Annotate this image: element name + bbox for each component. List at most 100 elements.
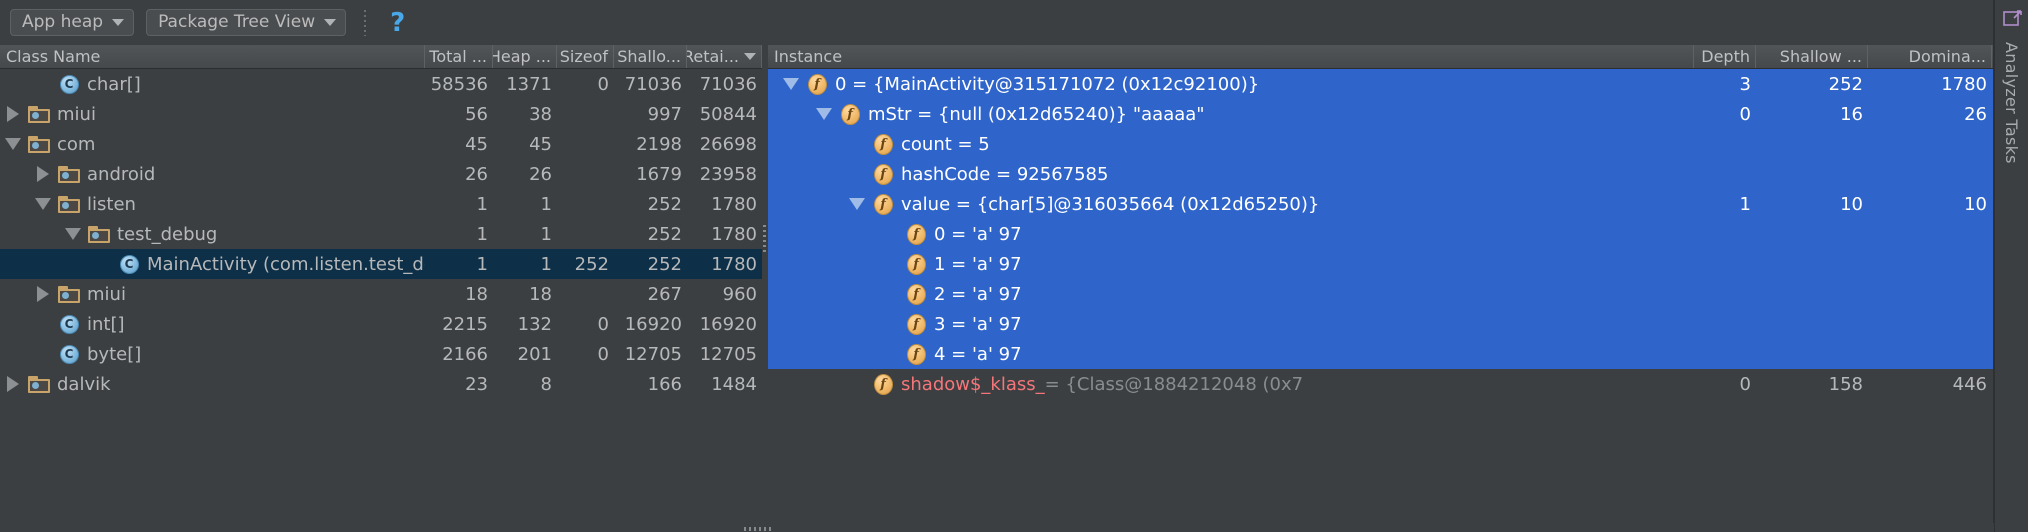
instance-table-cell-instance: f shadow$_klass_ = {Class@1884212048 (0x7 [768,373,1694,395]
chevron-down-icon [35,198,51,210]
class-table-cell-name: test_debug [0,224,425,245]
tree-expander[interactable] [30,286,56,302]
instance-table-row[interactable]: f 0 = 'a' 97 [768,219,1994,249]
class-table-row[interactable]: miui 56 38 997 50844 [0,99,762,129]
chevron-right-icon [7,106,19,122]
heap-select-label: App heap [22,12,104,32]
class-table-label: listen [87,193,136,215]
class-table-header-shallow[interactable]: Shallo... [614,45,687,68]
class-table-label: miui [57,103,96,125]
tree-expander[interactable] [0,106,26,122]
class-table-header-retained[interactable]: Retai... [687,45,762,68]
class-table-header-heap[interactable]: Heap ... [493,45,557,68]
tree-collapser[interactable] [811,108,837,120]
tree-collapser[interactable] [778,78,804,90]
class-table-header-retained-label: Retai... [687,47,739,66]
class-table-cell-shallow: 252 [647,223,682,245]
class-table-row[interactable]: dalvik 23 8 166 1484 [0,369,762,399]
field-icon: f [903,223,929,245]
tree-collapser[interactable] [844,198,870,210]
class-table-cell-shallow: 166 [647,373,682,395]
class-table-cell-shallow: 1679 [636,163,682,185]
tree-collapser[interactable] [30,198,56,210]
analyzer-tasks-sidebar[interactable]: Analyzer Tasks [1994,0,2028,532]
class-table-cell-name: miui [0,284,425,305]
instance-table-label: value = {char[5]@316035664 (0x12d65250)} [901,193,1320,215]
instance-table-body: f 0 = {MainActivity@315171072 (0x12c92100… [768,69,1994,399]
horizontal-splitter-grip[interactable] [744,527,774,531]
class-table-row[interactable]: com 45 45 2198 26698 [0,129,762,159]
tree-expander[interactable] [30,166,56,182]
tree-expander[interactable] [0,376,26,392]
tree-collapser[interactable] [0,138,26,150]
class-table-header-total[interactable]: Total ... [425,45,493,68]
field-icon: f [804,73,830,95]
instance-table-label: 0 = {MainActivity@315171072 (0x12c92100)… [835,73,1260,95]
instance-table-cell-dominator: 10 [1964,193,1987,215]
toolbar-separator [364,9,367,36]
field-icon: f [837,103,863,125]
class-icon: C [56,314,82,334]
class-table-row[interactable]: miui 18 18 267 960 [0,279,762,309]
instance-table-row[interactable]: f count = 5 [768,129,1994,159]
class-table-row[interactable]: Cbyte[] 2166 201 0 12705 12705 [0,339,762,369]
instance-table-row[interactable]: f 3 = 'a' 97 [768,309,1994,339]
class-table-cell-total: 2215 [442,313,488,335]
instance-table-row[interactable]: f shadow$_klass_ = {Class@1884212048 (0x7… [768,369,1994,399]
class-table-row[interactable]: android 26 26 1679 23958 [0,159,762,189]
sort-descending-icon [744,53,756,60]
instance-table-row[interactable]: f 2 = 'a' 97 [768,279,1994,309]
class-table-cell-total: 2166 [442,343,488,365]
instance-table-label: 2 = 'a' 97 [934,283,1022,305]
instance-table-row[interactable]: f mStr = {null (0x12d65240)} "aaaaa" 0 16 26 [768,99,1994,129]
chevron-down-icon [816,108,832,120]
class-table-label: miui [87,283,126,305]
instance-table-header-shallow[interactable]: Shallow ... [1756,45,1868,68]
class-table-cell-shallow: 252 [647,253,682,275]
view-select[interactable]: Package Tree View [146,9,347,36]
instance-table-row[interactable]: f value = {char[5]@316035664 (0x12d65250)… [768,189,1994,219]
class-table-label: char[] [87,73,141,95]
class-table-cell-retained: 1780 [711,193,757,215]
instance-table-header-instance[interactable]: Instance [768,45,1694,68]
instance-table-label: 4 = 'a' 97 [934,343,1022,365]
instance-table-cell-instance: f 0 = {MainActivity@315171072 (0x12c92100… [768,73,1694,95]
heap-select[interactable]: App heap [10,9,135,36]
instance-table-label: 0 = 'a' 97 [934,223,1022,245]
instance-table-header-instance-label: Instance [774,47,843,66]
class-table-cell-name: C MainActivity (com.listen.test_de [0,254,425,275]
class-table-cell-name: Cint[] [0,314,425,335]
class-table-header-name[interactable]: Class Name [0,45,425,68]
instance-table-row[interactable]: f 1 = 'a' 97 [768,249,1994,279]
view-select-label: Package Tree View [158,12,316,32]
instance-table-row[interactable]: f 0 = {MainActivity@315171072 (0x12c92100… [768,69,1994,99]
chevron-down-icon [65,228,81,240]
class-table-row[interactable]: test_debug 1 1 252 1780 [0,219,762,249]
class-table-header-name-label: Class Name [6,47,101,66]
field-icon-glyph: f [906,253,926,275]
class-table-header-sizeof[interactable]: Sizeof [557,45,614,68]
class-table-row[interactable]: C MainActivity (com.listen.test_de 1 1 252 25… [0,249,762,279]
instance-table-cell-instance: f value = {char[5]@316035664 (0x12d65250)… [768,193,1694,215]
instance-table-label: hashCode = 92567585 [901,163,1109,185]
class-table-cell-retained: 26698 [699,133,757,155]
class-table-cell-shallow: 2198 [636,133,682,155]
class-table-row[interactable]: Cchar[] 58536 1371 0 71036 71036 [0,69,762,99]
class-icon: C [56,74,82,94]
instance-table-cell-dominator: 26 [1964,103,1987,125]
instance-table-cell-instance: f 3 = 'a' 97 [768,313,1694,335]
instance-table-row[interactable]: f hashCode = 92567585 [768,159,1994,189]
class-table-row[interactable]: Cint[] 2215 132 0 16920 16920 [0,309,762,339]
class-icon: C [116,254,142,274]
instance-table-header-dominator[interactable]: Domina... [1868,45,1992,68]
package-folder-glyph [28,375,50,393]
field-icon-glyph: f [873,373,893,395]
class-table-cell-shallow: 71036 [624,73,682,95]
class-table-cell-name: Cbyte[] [0,344,425,365]
instance-table-row[interactable]: f 4 = 'a' 97 [768,339,1994,369]
class-table-row[interactable]: listen 1 1 252 1780 [0,189,762,219]
class-table-label: MainActivity (com.listen.test_de [147,253,425,275]
tree-collapser[interactable] [60,228,86,240]
instance-table-header-depth[interactable]: Depth [1694,45,1756,68]
help-button[interactable]: ? [384,10,411,36]
